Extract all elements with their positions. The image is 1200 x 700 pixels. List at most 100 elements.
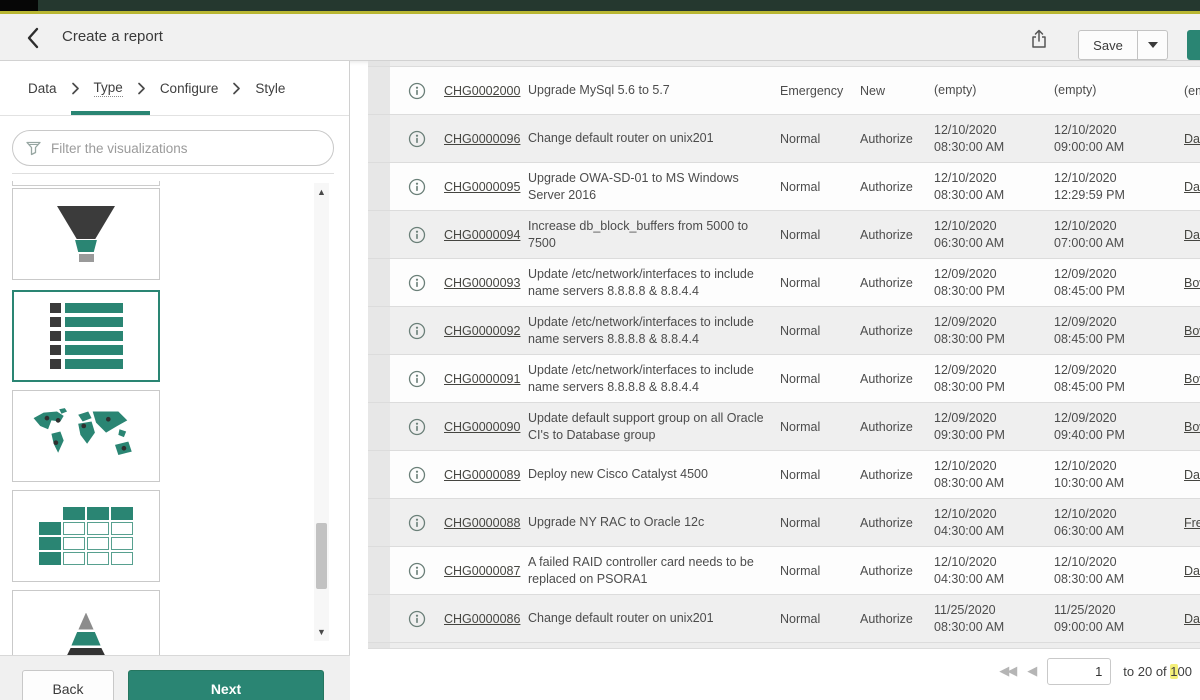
assignee-link[interactable]: Bow (1172, 276, 1200, 290)
row-gutter (368, 259, 390, 306)
table-row[interactable]: CHG0000089 Deploy new Cisco Catalyst 450… (368, 451, 1200, 499)
end-date: 12/10/2020 10:30:00 AM (1054, 458, 1172, 492)
row-info-button[interactable] (390, 226, 444, 244)
table-pagination: ◀◀ ◀ to 20 of 100 (999, 656, 1192, 686)
assignee-link[interactable]: Fre (1172, 516, 1200, 530)
pagination-range-label: to 20 of 100 (1123, 664, 1192, 679)
row-info-button[interactable] (390, 82, 444, 100)
change-number-link[interactable]: CHG0000089 (444, 468, 520, 482)
table-row[interactable]: CHG0000087 A failed RAID controller card… (368, 547, 1200, 595)
scroll-up-icon[interactable]: ▲ (314, 185, 329, 199)
table-row[interactable]: CHG0000090 Update default support group … (368, 403, 1200, 451)
state-value: Authorize (860, 180, 934, 194)
assignee-link[interactable]: Dav (1172, 612, 1200, 626)
short-description: A failed RAID controller card needs to b… (528, 554, 780, 587)
table-row[interactable]: CHG0000088 Upgrade NY RAC to Oracle 12c … (368, 499, 1200, 547)
row-info-button[interactable] (390, 322, 444, 340)
row-info-button[interactable] (390, 130, 444, 148)
assignee-link[interactable]: Dav (1172, 564, 1200, 578)
row-info-button[interactable] (390, 370, 444, 388)
viz-card-pyramid[interactable] (12, 590, 160, 655)
assignee-link[interactable]: (em (1172, 84, 1200, 98)
end-date: (empty) (1054, 82, 1172, 99)
previous-page-button[interactable]: ◀ (1027, 664, 1035, 679)
row-gutter (368, 67, 390, 114)
scroll-down-icon[interactable]: ▼ (314, 625, 329, 639)
change-number-link[interactable]: CHG0000095 (444, 180, 520, 194)
row-info-button[interactable] (390, 274, 444, 292)
assignee-link[interactable]: Dav (1172, 132, 1200, 146)
priority-value: Normal (780, 612, 860, 626)
heatmap-grid-icon (39, 507, 133, 565)
row-info-button[interactable] (390, 610, 444, 628)
wizard-step-configure[interactable]: Configure (160, 81, 219, 96)
page-number-input[interactable] (1047, 658, 1111, 685)
save-button[interactable]: Save (1078, 30, 1138, 60)
state-value: Authorize (860, 228, 934, 242)
next-button[interactable]: Next (128, 670, 324, 700)
change-number-link[interactable]: CHG0000086 (444, 612, 520, 626)
viz-card-heatmap[interactable] (12, 490, 160, 582)
viz-card-list-selected[interactable] (12, 290, 160, 382)
change-number-link[interactable]: CHG0000094 (444, 228, 520, 242)
assignee-link[interactable]: Dav (1172, 468, 1200, 482)
table-row[interactable]: CHG0000095 Upgrade OWA-SD-01 to MS Windo… (368, 163, 1200, 211)
clipped-primary-button[interactable] (1187, 30, 1200, 60)
row-info-button[interactable] (390, 178, 444, 196)
share-button[interactable] (1026, 26, 1052, 52)
save-dropdown-button[interactable] (1138, 30, 1168, 60)
assignee-link[interactable]: Bow (1172, 420, 1200, 434)
start-date: 12/09/2020 08:30:00 PM (934, 314, 1054, 348)
end-date: 12/10/2020 12:29:59 PM (1054, 170, 1172, 204)
back-button[interactable]: Back (22, 670, 114, 700)
back-arrow-button[interactable] (18, 24, 46, 52)
info-icon (408, 418, 426, 436)
scrollbar-thumb[interactable] (316, 523, 327, 589)
start-date: 12/10/2020 08:30:00 AM (934, 170, 1054, 204)
wizard-step-style[interactable]: Style (255, 81, 285, 96)
change-number-link[interactable]: CHG0000092 (444, 324, 520, 338)
change-number-link[interactable]: CHG0000087 (444, 564, 520, 578)
table-row[interactable]: CHG0000093 Update /etc/network/interface… (368, 259, 1200, 307)
row-gutter (368, 115, 390, 162)
table-row[interactable]: CHG0002000 Upgrade MySql 5.6 to 5.7 Emer… (368, 67, 1200, 115)
change-number-link[interactable]: CHG0000096 (444, 132, 520, 146)
change-number-link[interactable]: CHG0000093 (444, 276, 520, 290)
priority-value: Normal (780, 228, 860, 242)
change-number-link[interactable]: CHG0002000 (444, 84, 520, 98)
assignee-link[interactable]: Dav (1172, 180, 1200, 194)
highlighted-digit: 1 (1170, 664, 1177, 679)
table-row[interactable]: CHG0000092 Update /etc/network/interface… (368, 307, 1200, 355)
assignee-link[interactable]: Dav (1172, 228, 1200, 242)
row-info-button[interactable] (390, 562, 444, 580)
first-page-button[interactable]: ◀◀ (999, 664, 1015, 679)
priority-value: Normal (780, 372, 860, 386)
wizard-step-type[interactable]: Type (94, 80, 123, 97)
assignee-link[interactable]: Bow (1172, 324, 1200, 338)
row-info-button[interactable] (390, 514, 444, 532)
state-value: Authorize (860, 468, 934, 482)
row-info-button[interactable] (390, 418, 444, 436)
table-rows: CHG0002000 Upgrade MySql 5.6 to 5.7 Emer… (368, 67, 1200, 643)
start-date: 12/10/2020 04:30:00 AM (934, 554, 1054, 588)
short-description: Increase db_block_buffers from 5000 to 7… (528, 218, 780, 251)
viz-card-funnel[interactable] (12, 188, 160, 280)
info-icon (408, 274, 426, 292)
assignee-link[interactable]: Bow (1172, 372, 1200, 386)
app-header: Create a report Save (0, 14, 1200, 61)
viz-list-scrollbar[interactable]: ▲ ▼ (314, 183, 329, 641)
table-row[interactable]: CHG0000091 Update /etc/network/interface… (368, 355, 1200, 403)
visualization-filter-input[interactable] (51, 141, 321, 156)
state-value: Authorize (860, 372, 934, 386)
short-description: Update default support group on all Orac… (528, 410, 780, 443)
priority-value: Emergency (780, 84, 860, 98)
change-number-link[interactable]: CHG0000088 (444, 516, 520, 530)
viz-card-world-map[interactable] (12, 390, 160, 482)
table-row[interactable]: CHG0000086 Change default router on unix… (368, 595, 1200, 643)
row-info-button[interactable] (390, 466, 444, 484)
change-number-link[interactable]: CHG0000090 (444, 420, 520, 434)
table-row[interactable]: CHG0000096 Change default router on unix… (368, 115, 1200, 163)
wizard-step-data[interactable]: Data (28, 81, 57, 96)
table-row[interactable]: CHG0000094 Increase db_block_buffers fro… (368, 211, 1200, 259)
change-number-link[interactable]: CHG0000091 (444, 372, 520, 386)
